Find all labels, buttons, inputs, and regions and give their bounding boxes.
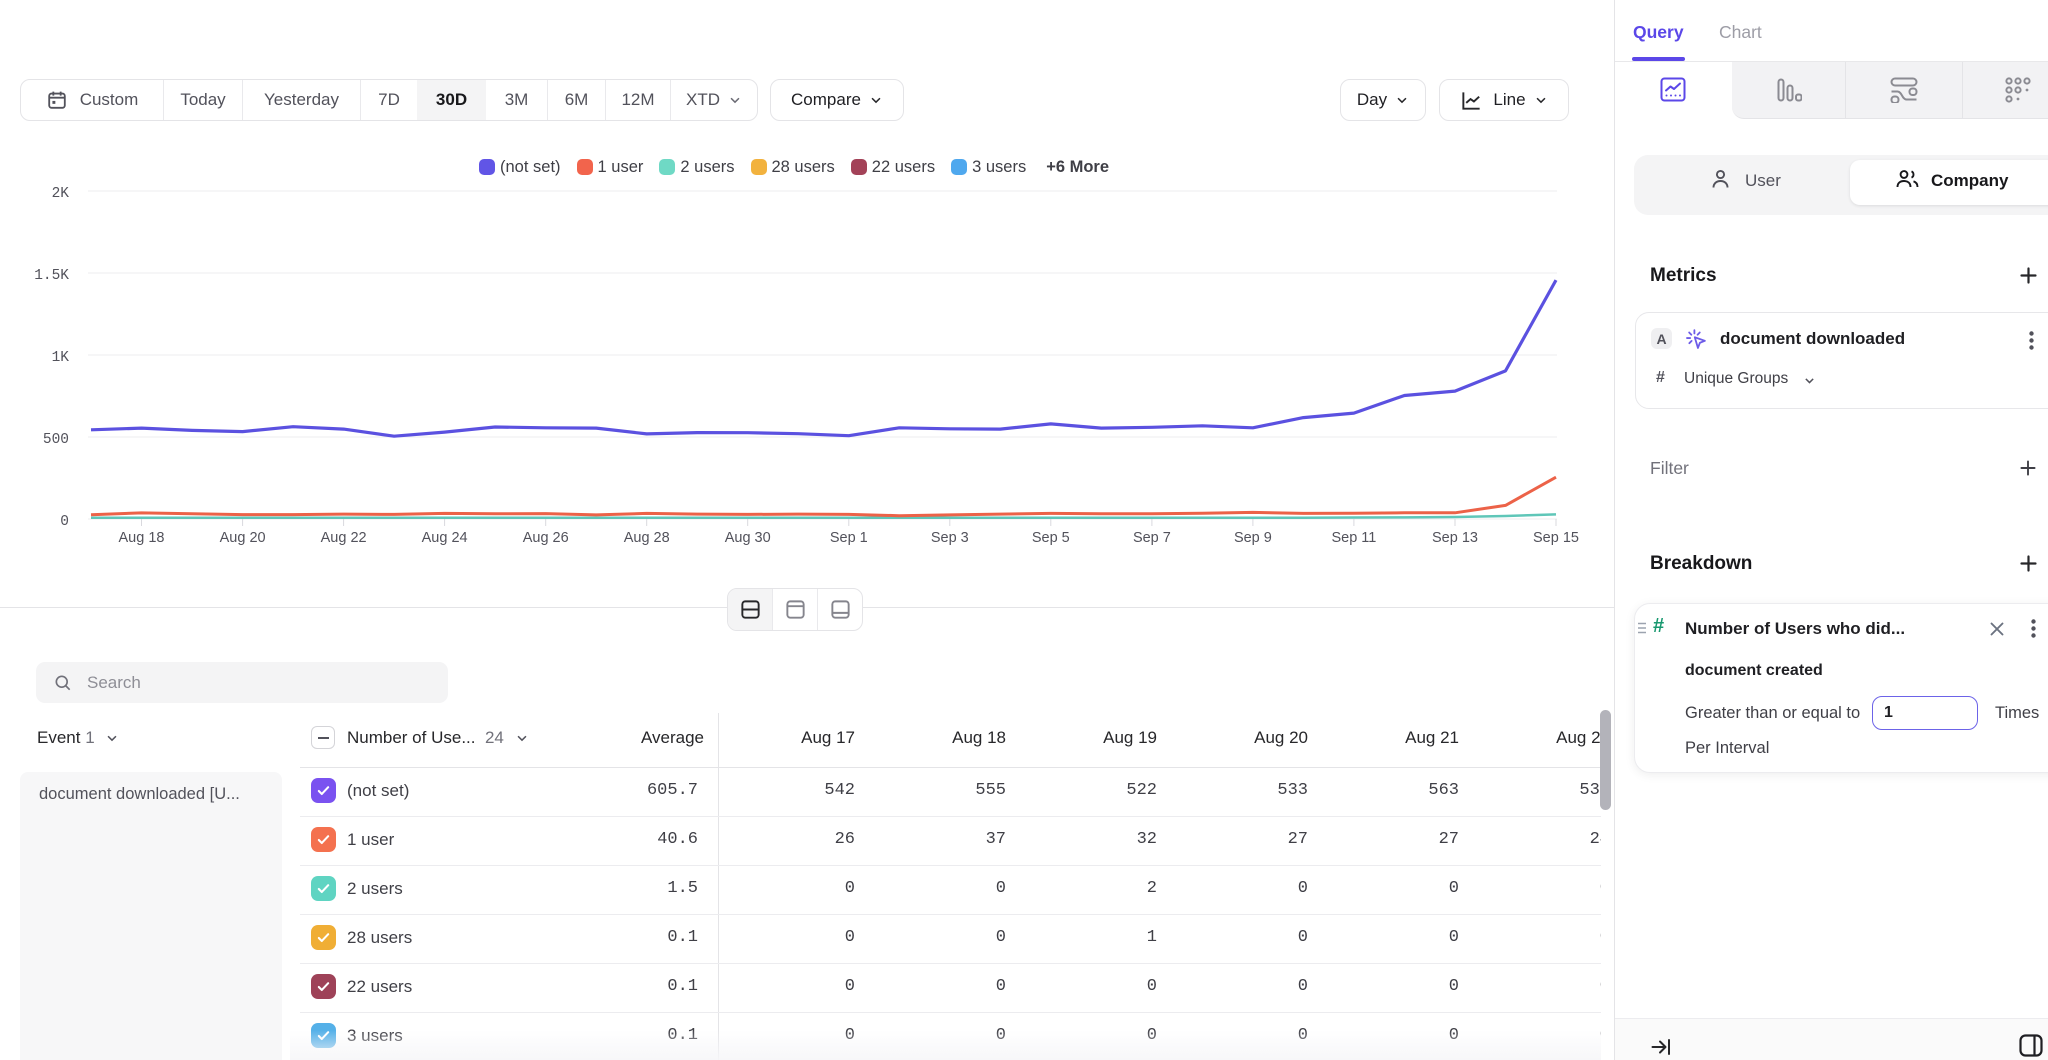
svg-text:500: 500 (43, 432, 69, 448)
svg-text:Aug 28: Aug 28 (624, 530, 670, 546)
svg-text:Sep 9: Sep 9 (1234, 530, 1272, 546)
svg-text:Aug 22: Aug 22 (321, 530, 367, 546)
svg-text:Sep 5: Sep 5 (1032, 530, 1070, 546)
svg-text:1.5K: 1.5K (34, 268, 69, 284)
svg-text:Sep 7: Sep 7 (1133, 530, 1171, 546)
svg-text:Sep 15: Sep 15 (1533, 530, 1579, 546)
svg-text:Aug 30: Aug 30 (725, 530, 771, 546)
svg-text:Sep 11: Sep 11 (1331, 530, 1376, 546)
svg-text:Aug 26: Aug 26 (523, 530, 569, 546)
svg-text:Aug 24: Aug 24 (422, 530, 468, 546)
svg-text:2K: 2K (52, 186, 70, 202)
svg-text:Aug 20: Aug 20 (220, 530, 266, 546)
svg-text:Sep 3: Sep 3 (931, 530, 969, 546)
svg-text:1K: 1K (52, 350, 70, 366)
svg-text:Sep 1: Sep 1 (830, 530, 868, 546)
svg-text:Aug 18: Aug 18 (119, 530, 165, 546)
svg-text:Sep 13: Sep 13 (1432, 530, 1478, 546)
svg-text:0: 0 (60, 514, 69, 530)
